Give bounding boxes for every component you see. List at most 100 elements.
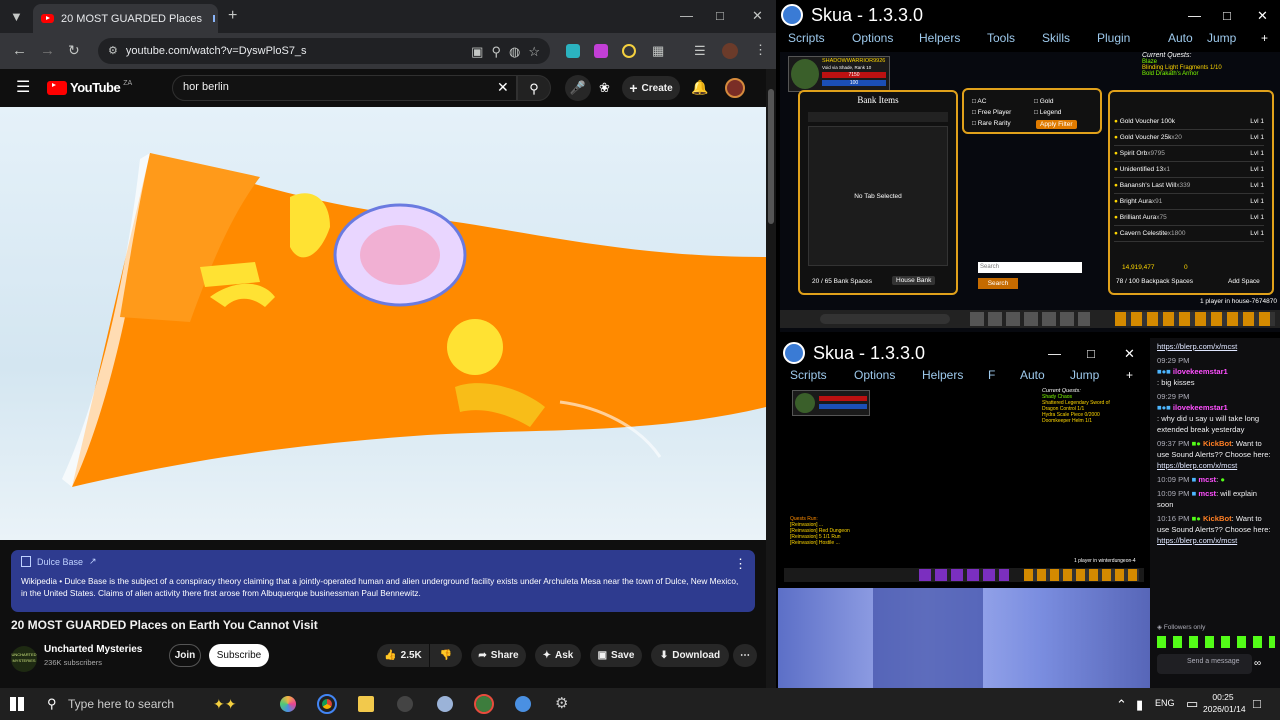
house-bank-button[interactable]: House Bank [892,276,936,285]
save-button[interactable]: ▣ Save [590,644,642,667]
taskbar-steam-icon[interactable] [397,696,413,712]
menu-options[interactable]: Options [854,368,895,382]
taskbar-snipping-icon[interactable] [437,696,453,712]
taskbar-chrome-icon[interactable] [317,694,337,714]
install-icon[interactable]: ▣ [471,45,483,58]
taskbar-skua-icon[interactable] [515,696,531,712]
inventory-row[interactable]: ● Gold Voucher 100k Lvl 1 [1114,114,1264,130]
media-control-icon[interactable]: ☰ [694,44,706,57]
extension-1-icon[interactable] [566,44,580,58]
extension-2-icon[interactable] [594,44,608,58]
tab-search-icon[interactable]: ▼ [10,10,23,23]
inventory-row[interactable]: ● Gold Voucher 25k x20 Lvl 1 [1114,130,1264,146]
copilot-sparkle-icon[interactable]: ✦✦ [213,696,236,713]
message-user[interactable]: mcst [1198,475,1216,484]
chat-settings-icon[interactable]: ∞ [1254,658,1261,669]
minimize-icon[interactable]: — [680,9,693,22]
taskbar-search-icon[interactable]: ⚲ [47,697,57,710]
menu-jump[interactable]: Jump [1070,368,1099,382]
taskbar-chrome-profile-icon[interactable] [474,694,494,714]
menu-plugin[interactable]: Plugin [1097,31,1130,45]
skua2-minimize-icon[interactable]: — [1048,347,1061,360]
ask-button[interactable]: ✦ Ask [535,644,581,667]
tray-usb-icon[interactable]: ▮ [1136,698,1143,711]
add-space-button[interactable]: Add Space [1228,278,1260,285]
skill-slots[interactable] [970,312,1090,326]
emote-bar[interactable] [1157,636,1275,648]
taskbar-settings-icon[interactable]: ⚙ [555,696,568,711]
more-options-icon[interactable]: ⋮ [734,557,747,570]
taskbar-file-explorer-icon[interactable] [358,696,374,712]
filter-gold[interactable]: Gold [1040,98,1054,105]
chat-input[interactable]: Send a message [1157,654,1252,674]
skua1-minimize-icon[interactable]: — [1188,9,1201,22]
menu-helpers[interactable]: Helpers [919,31,960,45]
chat-link[interactable]: https://blerp.com/x/mcst [1157,341,1273,352]
menu-auto[interactable]: Auto [1168,31,1193,45]
tab-youtube[interactable]: 20 MOST GUARDED Places ✕ [33,4,218,33]
share-button[interactable]: ➦ Share [471,644,526,667]
page-scrollbar[interactable] [766,69,776,688]
channel-name[interactable]: Uncharted Mysteries [44,644,142,655]
skua2-close-icon[interactable]: ✕ [1124,347,1135,360]
menu-add-icon[interactable]: + [1261,31,1268,45]
search-button[interactable]: ⚲ [517,75,551,101]
search-value[interactable]: hor berlin [183,81,229,93]
menu-f[interactable]: F [988,368,995,382]
inventory-row[interactable]: ● Banansh's Last Will x339 Lvl 1 [1114,178,1264,194]
notification-center-icon[interactable]: □ [1253,697,1261,710]
reload-icon[interactable]: ↻ [68,43,80,57]
youtube-logo[interactable]: YouTube ZA [47,80,132,95]
message-user[interactable]: KickBot [1203,514,1232,523]
menu-tools[interactable]: Tools [987,31,1015,45]
skua1-maximize-icon[interactable]: □ [1223,9,1231,22]
message-user[interactable]: ilovekeemstar1 [1173,367,1228,376]
message-link[interactable]: https://blerp.com/x/mcst [1157,536,1237,545]
taskbar-search-input[interactable]: Type here to search [68,697,174,711]
skua1-game-view[interactable]: SHADOWWARRIOR9926 Void via Shade, Rank 1… [780,52,1280,332]
extensions-puzzle-icon[interactable]: ▦ [652,44,664,57]
message-user[interactable]: mcst [1198,489,1216,498]
inventory-row[interactable]: ● Brilliant Aura x75 Lvl 1 [1114,210,1264,226]
inventory-row[interactable]: ● Unidentified 13 x1 Lvl 1 [1114,162,1264,178]
dislike-button[interactable]: 👎 [430,644,462,667]
apply-filter-button[interactable]: Apply Filter [1036,120,1077,129]
like-button[interactable]: 👍 2.5K [377,644,429,667]
more-actions-button[interactable]: ⋯ [733,644,757,667]
skua2-game-view[interactable]: Current Quests: Shady Chaos Shattered Le… [784,388,1144,584]
info-card-title[interactable]: Dulce Base [37,557,83,567]
download-button[interactable]: ⬇ Download [651,644,729,667]
menu-auto[interactable]: Auto [1020,368,1045,382]
filter-legend[interactable]: Legend [1040,109,1062,116]
action-bar[interactable] [784,568,1144,582]
filter-ac[interactable]: AC [977,98,986,105]
windows-start-icon[interactable] [10,697,24,711]
tray-clock[interactable]: 00:25 2026/01/14 [1203,691,1246,715]
url-text[interactable]: youtube.com/watch?v=DyswPloS7_s [126,45,307,57]
channel-avatar[interactable]: UNCHARTED MYSTERIES [11,646,37,672]
item-search-input[interactable]: Search [978,262,1082,273]
forward-icon[interactable]: → [40,43,55,58]
message-link[interactable]: https://blerp.com/x/mcst [1157,461,1237,470]
menu-jump[interactable]: Jump [1207,31,1236,45]
extension-icon[interactable]: ❀ [599,81,610,94]
message-user[interactable]: KickBot [1203,439,1232,448]
tray-language[interactable]: ENG [1155,698,1175,708]
menu-helpers[interactable]: Helpers [922,368,963,382]
tray-chevron-icon[interactable]: ⌃ [1116,698,1127,711]
menu-icons[interactable] [1115,312,1275,326]
notifications-bell-icon[interactable]: 🔔 [691,80,708,94]
menu-scripts[interactable]: Scripts [788,31,825,45]
filter-free-player[interactable]: Free Player [978,109,1012,116]
clear-search-icon[interactable]: ✕ [497,80,509,94]
menu-add-icon[interactable]: + [1126,368,1133,382]
profile-avatar[interactable] [722,43,738,59]
skill-slots[interactable] [919,569,1009,581]
menu-skills[interactable]: Skills [1042,31,1070,45]
join-button[interactable]: Join [169,644,201,667]
action-bar[interactable] [780,310,1280,328]
bank-tabs[interactable] [808,112,948,122]
inventory-row[interactable]: ● Cavern Celestite x1800 Lvl 1 [1114,226,1264,242]
maximize-icon[interactable]: □ [716,9,724,22]
scrollbar-thumb[interactable] [768,89,774,224]
